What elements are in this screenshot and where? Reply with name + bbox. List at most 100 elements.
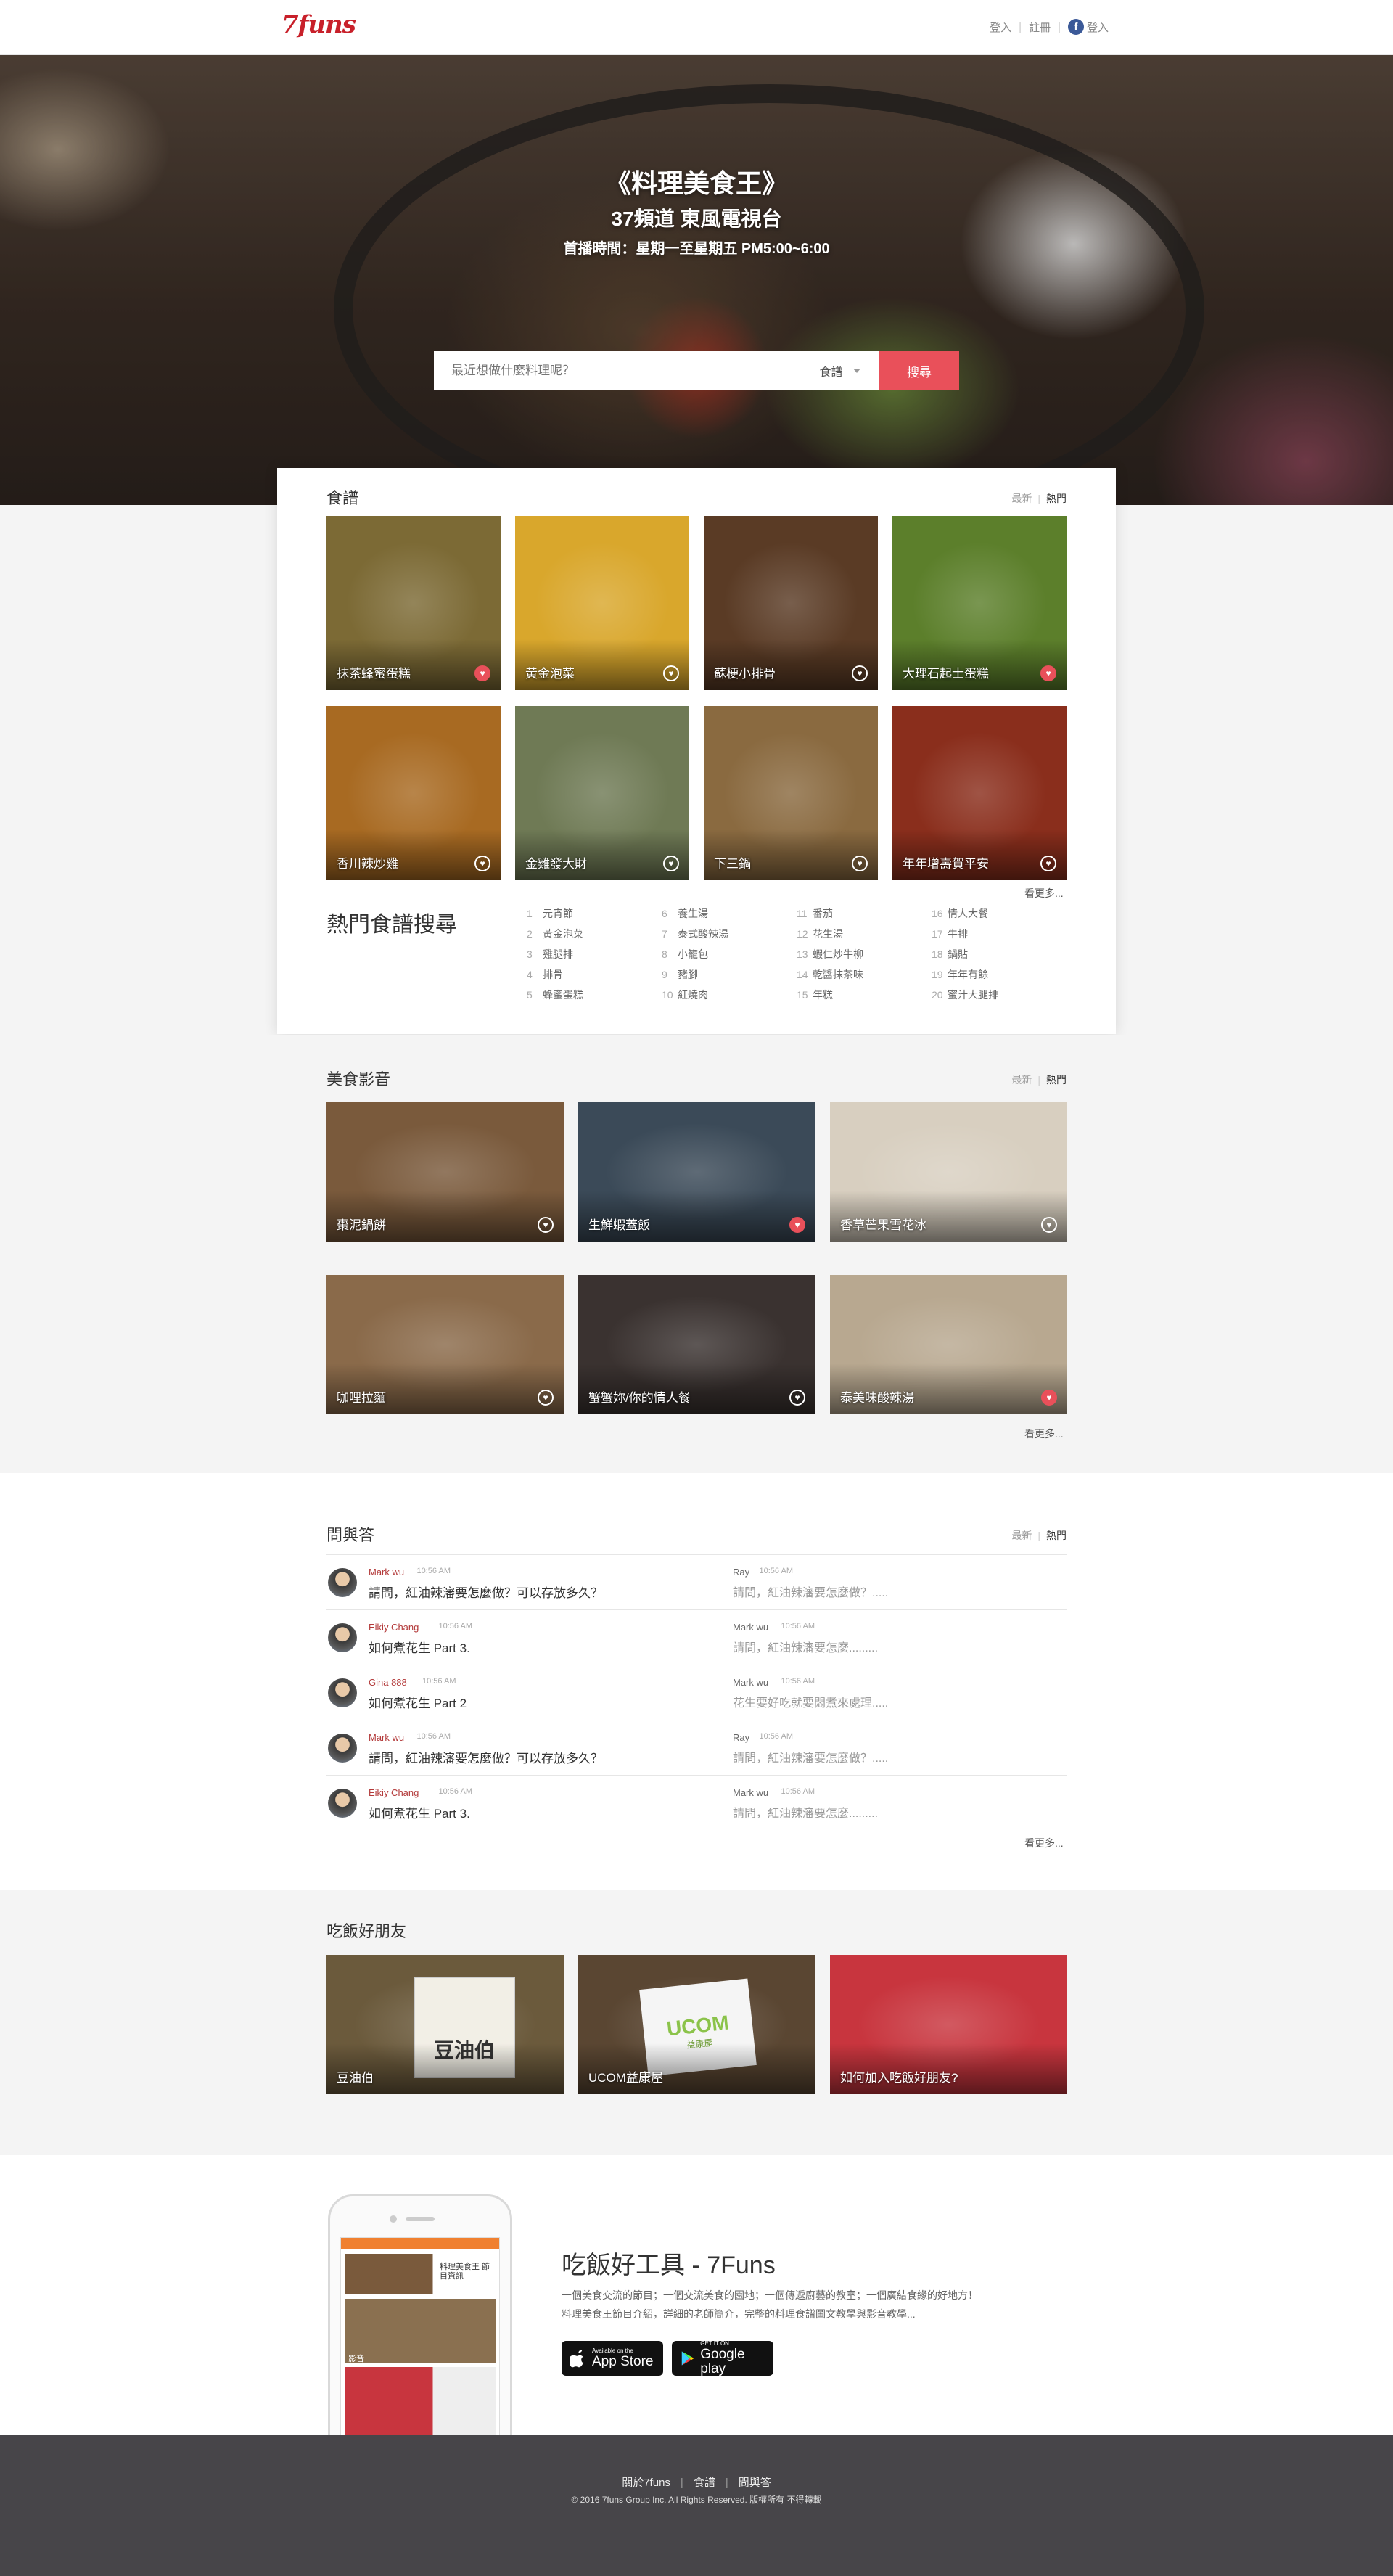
qa-author[interactable]: Eikiy Chang (369, 1787, 419, 1798)
food-tile[interactable]: 蘇梗小排骨 ♥ (704, 516, 878, 690)
hot-search-item[interactable]: 8 小籠包 (662, 944, 728, 964)
site-logo[interactable]: 7funs (282, 10, 356, 39)
food-tile[interactable]: 香草芒果雪花冰 ♥ (830, 1102, 1067, 1242)
qa-answer-author[interactable]: Mark wu (733, 1787, 768, 1798)
hot-search-item[interactable]: 16 情人大餐 (932, 903, 998, 924)
phone-banner-text: 料理美食王 節目資訊 (440, 2263, 490, 2281)
food-tile[interactable]: 咖哩拉麵 ♥ (326, 1275, 564, 1414)
food-tile[interactable]: 生鮮蝦蓋飯 ♥ (578, 1102, 815, 1242)
heart-icon[interactable]: ♥ (789, 1390, 805, 1406)
qa-row[interactable]: Eikiy Chang 10:56 AM 如何煮花生 Part 3. Mark wu 1… (326, 1609, 1067, 1665)
facebook-login-link[interactable]: f 登入 (1067, 19, 1109, 35)
hot-search-item[interactable]: 1 元宵節 (527, 903, 583, 924)
heart-icon[interactable]: ♥ (1040, 856, 1056, 871)
food-tile[interactable]: 豆油伯豆油伯 (326, 1955, 564, 2094)
qa-author[interactable]: Eikiy Chang (369, 1622, 419, 1633)
hot-search-item[interactable]: 3 雞腿排 (527, 944, 583, 964)
hot-search-item[interactable]: 20 蜜汁大腿排 (932, 985, 998, 1005)
sort-new-link[interactable]: 最新 (1011, 493, 1032, 504)
sort-new-link[interactable]: 最新 (1011, 1074, 1032, 1086)
sort-hot-link[interactable]: 熱門 (1046, 1530, 1067, 1541)
food-tile[interactable]: 黃金泡菜 ♥ (515, 516, 689, 690)
food-tile[interactable]: 金雞發大財 ♥ (515, 706, 689, 880)
heart-icon[interactable]: ♥ (852, 665, 868, 681)
hot-search-item[interactable]: 4 排骨 (527, 964, 583, 985)
heart-icon[interactable]: ♥ (474, 665, 490, 681)
videos-more-link[interactable]: 看更多... (1024, 1427, 1064, 1441)
qa-question[interactable]: 如何煮花生 Part 2 (369, 1693, 467, 1711)
hot-search-item[interactable]: 15 年糕 (797, 985, 863, 1005)
recipes-more-link[interactable]: 看更多... (1024, 886, 1064, 901)
search-input[interactable] (434, 351, 800, 390)
app-store-button[interactable]: Available on the App Store (562, 2341, 663, 2376)
food-tile[interactable]: 泰美味酸辣湯 ♥ (830, 1275, 1067, 1414)
footer-qa-link[interactable]: 問與答 (739, 2477, 771, 2489)
food-tile[interactable]: UCOM益康屋UCOM益康屋 (578, 1955, 815, 2094)
search-category-select[interactable]: 食譜 (800, 351, 879, 390)
top-header: 7funs 登入 | 註冊 | f 登入 (0, 0, 1393, 55)
hot-search-item[interactable]: 7 泰式酸辣湯 (662, 924, 728, 944)
food-tile[interactable]: 抹茶蜂蜜蛋糕 ♥ (326, 516, 501, 690)
heart-icon[interactable]: ♥ (538, 1217, 554, 1233)
sort-hot-link[interactable]: 熱門 (1046, 1074, 1067, 1086)
sort-new-link[interactable]: 最新 (1011, 1530, 1032, 1541)
qa-answer-author[interactable]: Ray (733, 1732, 749, 1743)
heart-icon[interactable]: ♥ (663, 856, 679, 871)
hot-search-item[interactable]: 6 養生湯 (662, 903, 728, 924)
heart-icon[interactable]: ♥ (1040, 665, 1056, 681)
qa-row[interactable]: Mark wu 10:56 AM 請問，紅油辣瀋要怎麼做？可以存放多久？ Ray 10:… (326, 1554, 1067, 1609)
food-tile[interactable]: 下三鍋 ♥ (704, 706, 878, 880)
heart-icon[interactable]: ♥ (474, 856, 490, 871)
sort-hot-link[interactable]: 熱門 (1046, 493, 1067, 504)
qa-answer[interactable]: 請問，紅油辣瀋要怎麼做？..... (733, 1583, 888, 1600)
food-tile[interactable]: 如何加入吃飯好朋友? (830, 1955, 1067, 2094)
qa-question[interactable]: 如何煮花生 Part 3. (369, 1638, 470, 1656)
heart-icon[interactable]: ♥ (663, 665, 679, 681)
hot-search-item[interactable]: 10 紅燒肉 (662, 985, 728, 1005)
login-link[interactable]: 登入 (990, 20, 1011, 35)
hot-search-item[interactable]: 2 黃金泡菜 (527, 924, 583, 944)
heart-icon[interactable]: ♥ (852, 856, 868, 871)
footer-about-link[interactable]: 關於7funs (622, 2477, 670, 2489)
heart-icon[interactable]: ♥ (1041, 1217, 1057, 1233)
food-tile[interactable]: 蟹蟹妳/你的情人餐 ♥ (578, 1275, 815, 1414)
qa-question[interactable]: 請問，紅油辣瀋要怎麼做？可以存放多久？ (369, 1748, 603, 1766)
hot-search-item[interactable]: 17 牛排 (932, 924, 998, 944)
search-button[interactable]: 搜尋 (879, 351, 959, 390)
qa-more-link[interactable]: 看更多... (1024, 1836, 1064, 1850)
hot-search-item[interactable]: 14 乾醬抹茶味 (797, 964, 863, 985)
qa-row[interactable]: Gina 888 10:56 AM 如何煮花生 Part 2 Mark wu 10:56… (326, 1665, 1067, 1720)
register-link[interactable]: 註冊 (1029, 20, 1051, 35)
qa-answer-author[interactable]: Mark wu (733, 1677, 768, 1688)
heart-icon[interactable]: ♥ (789, 1217, 805, 1233)
hot-search-item[interactable]: 9 豬腳 (662, 964, 728, 985)
hot-search-item[interactable]: 18 鍋貼 (932, 944, 998, 964)
qa-author[interactable]: Gina 888 (369, 1677, 407, 1688)
food-tile[interactable]: 年年增壽賀平安 ♥ (892, 706, 1067, 880)
food-tile[interactable]: 大理石起士蛋糕 ♥ (892, 516, 1067, 690)
qa-question[interactable]: 請問，紅油辣瀋要怎麼做？可以存放多久？ (369, 1583, 603, 1601)
qa-answer[interactable]: 花生要好吃就要悶煮來處理..... (733, 1693, 888, 1710)
qa-author[interactable]: Mark wu (369, 1567, 404, 1578)
qa-question[interactable]: 如何煮花生 Part 3. (369, 1803, 470, 1821)
tile-label: 香川辣炒雞 (337, 857, 398, 871)
hot-search-item[interactable]: 19 年年有餘 (932, 964, 998, 985)
qa-row[interactable]: Mark wu 10:56 AM 請問，紅油辣瀋要怎麼做？可以存放多久？ Ray 10:… (326, 1720, 1067, 1775)
hot-search-item[interactable]: 12 花生湯 (797, 924, 863, 944)
heart-icon[interactable]: ♥ (1041, 1390, 1057, 1406)
qa-author[interactable]: Mark wu (369, 1732, 404, 1743)
food-tile[interactable]: 香川辣炒雞 ♥ (326, 706, 501, 880)
hot-search-item[interactable]: 13 蝦仁炒牛柳 (797, 944, 863, 964)
hot-search-item[interactable]: 5 蜂蜜蛋糕 (527, 985, 583, 1005)
qa-answer[interactable]: 請問，紅油辣瀋要怎麼......... (733, 1638, 878, 1655)
hot-search-item[interactable]: 11 番茄 (797, 903, 863, 924)
qa-answer[interactable]: 請問，紅油辣瀋要怎麼......... (733, 1803, 878, 1821)
qa-answer-author[interactable]: Mark wu (733, 1622, 768, 1633)
footer-recipes-link[interactable]: 食譜 (694, 2477, 715, 2489)
google-play-button[interactable]: GET IT ON Google play (672, 2340, 773, 2376)
food-tile[interactable]: 棗泥鍋餅 ♥ (326, 1102, 564, 1242)
qa-row[interactable]: Eikiy Chang 10:56 AM 如何煮花生 Part 3. Mark wu 1… (326, 1775, 1067, 1830)
qa-answer[interactable]: 請問，紅油辣瀋要怎麼做？..... (733, 1748, 888, 1765)
qa-answer-author[interactable]: Ray (733, 1567, 749, 1578)
heart-icon[interactable]: ♥ (538, 1390, 554, 1406)
